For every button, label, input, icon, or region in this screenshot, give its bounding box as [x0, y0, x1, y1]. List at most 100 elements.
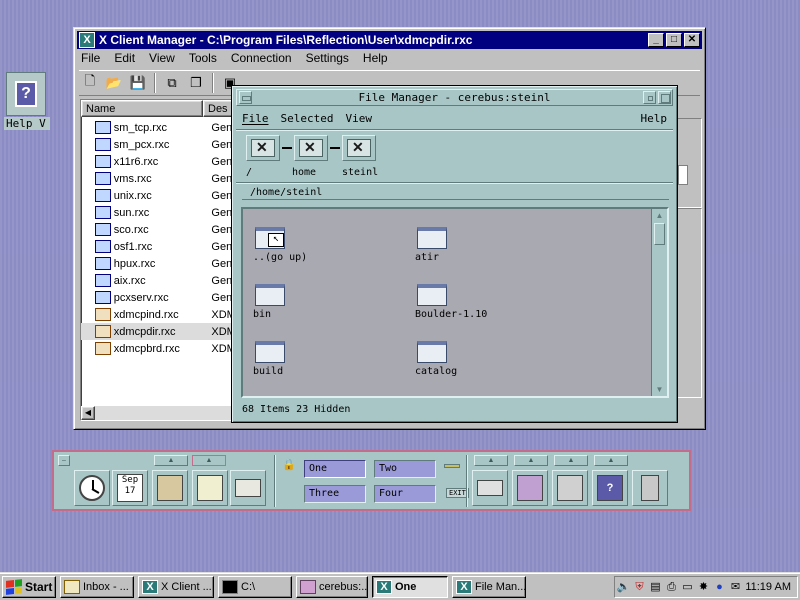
minimize-button[interactable]	[643, 91, 656, 104]
save-icon[interactable]: 💾	[127, 72, 149, 94]
printer-icon[interactable]	[472, 470, 508, 506]
subpanel-arrow-icon[interactable]: ▲	[154, 455, 188, 466]
application-manager-icon[interactable]	[552, 470, 588, 506]
taskbar-inbox[interactable]: Inbox - ...	[60, 576, 134, 598]
fm-menu-view[interactable]: View	[339, 112, 378, 125]
list-item[interactable]: aix.rxc Gen	[81, 272, 239, 289]
messenger-icon[interactable]: ●	[712, 580, 727, 595]
xcm-titlebar[interactable]: X X Client Manager - C:\Program Files\Re…	[77, 31, 702, 49]
list-item[interactable]: unix.rxc Gen	[81, 187, 239, 204]
text-editor-icon[interactable]	[192, 470, 228, 506]
x-app-icon[interactable]: X	[79, 32, 95, 48]
minimize-button[interactable]: _	[648, 33, 664, 47]
workspace-two-button[interactable]: Two	[374, 460, 436, 478]
path-root-button[interactable]	[246, 135, 280, 161]
maximize-button[interactable]	[658, 91, 671, 104]
column-header-name[interactable]: Name	[81, 100, 203, 117]
maximize-button[interactable]: □	[666, 33, 682, 47]
list-item[interactable]: osf1.rxc Gen	[81, 238, 239, 255]
panel-menu-handle[interactable]: –	[58, 455, 70, 466]
client-file-list[interactable]: Name Des sm_tcp.rxc Gen sm_pcx.rxc Gen x11r6…	[80, 99, 240, 421]
copy-window-icon[interactable]: ⧉	[161, 72, 183, 94]
list-item[interactable]: sco.rxc Gen	[81, 221, 239, 238]
fm-menu-file[interactable]: File	[236, 112, 275, 125]
list-item[interactable]: sun.rxc Gen	[81, 204, 239, 221]
lock-icon[interactable]: 🔒	[282, 458, 296, 472]
copy-icon[interactable]: ❐	[185, 72, 207, 94]
scroll-down-arrow-icon[interactable]: ▼	[654, 384, 665, 395]
x-app-icon: X	[376, 580, 392, 594]
file-manager-icon[interactable]	[152, 470, 188, 506]
menu-connection[interactable]: Connection	[229, 50, 294, 68]
scroll-up-arrow-icon[interactable]: ▲	[654, 210, 665, 221]
clock-icon[interactable]	[74, 470, 110, 506]
trash-icon[interactable]	[632, 470, 668, 506]
monitor-icon[interactable]: ▭	[680, 580, 695, 595]
menu-tools[interactable]: Tools	[187, 50, 219, 68]
workspace-one-button[interactable]: One	[304, 460, 366, 478]
fm-titlebar[interactable]: File Manager - cerebus:steinl	[236, 89, 673, 106]
list-item[interactable]: vms.rxc Gen	[81, 170, 239, 187]
taskbar-file-manager[interactable]: X File Man...	[452, 576, 526, 598]
taskbar-command-prompt[interactable]: C:\	[218, 576, 292, 598]
scroll-left-arrow-icon[interactable]: ◀	[81, 406, 95, 420]
start-button[interactable]: Start	[2, 576, 56, 598]
path-user-button[interactable]	[342, 135, 376, 161]
menu-file[interactable]: File	[79, 50, 102, 68]
printer-tray-icon[interactable]: ⎙	[664, 580, 679, 595]
list-item[interactable]: xdmcpind.rxc XDM	[81, 306, 239, 323]
new-file-icon[interactable]: 🗋	[79, 72, 101, 94]
menu-help[interactable]: Help	[361, 50, 390, 68]
file-item-folder[interactable]: atir	[415, 227, 447, 263]
subpanel-arrow-icon[interactable]: ▲	[554, 455, 588, 466]
file-item-folder[interactable]: bin	[253, 284, 285, 320]
horizontal-scrollbar[interactable]: ◀	[81, 406, 239, 420]
menu-view[interactable]: View	[147, 50, 177, 68]
mail-tray-icon[interactable]: ✉	[728, 580, 743, 595]
taskbar-x-client[interactable]: X X Client ...	[138, 576, 214, 598]
list-item[interactable]: x11r6.rxc Gen	[81, 153, 239, 170]
calendar-icon[interactable]: Sep 17	[112, 470, 148, 506]
file-view-pane[interactable]: ..(go up) atir bin Boulder-1.10 build ca…	[241, 207, 669, 398]
subpanel-arrow-icon[interactable]: ▲	[474, 455, 508, 466]
antivirus-icon[interactable]: ✸	[696, 580, 711, 595]
subpanel-arrow-icon[interactable]: ▲	[514, 455, 548, 466]
close-button[interactable]: ✕	[684, 33, 700, 47]
menu-settings[interactable]: Settings	[304, 50, 351, 68]
vertical-scrollbar[interactable]: ▲ ▼	[651, 209, 667, 396]
subpanel-arrow-icon[interactable]: ▲	[192, 455, 226, 466]
list-item[interactable]: xdmcpdir.rxc XDM	[81, 323, 239, 340]
window-menu-button[interactable]	[239, 91, 252, 104]
help-book-icon: ?	[6, 72, 46, 116]
xcm-right-field[interactable]	[678, 165, 688, 185]
volume-icon[interactable]: 🔈	[616, 580, 631, 595]
desktop-help-icon[interactable]: ? Help V	[4, 72, 50, 130]
path-home-button[interactable]	[294, 135, 328, 161]
network-icon[interactable]: ▤	[648, 580, 663, 595]
subpanel-arrow-icon[interactable]: ▲	[594, 455, 628, 466]
shield-icon[interactable]: ⛨	[632, 580, 647, 595]
list-item[interactable]: sm_pcx.rxc Gen	[81, 136, 239, 153]
list-item[interactable]: sm_tcp.rxc Gen	[81, 119, 239, 136]
list-item[interactable]: xdmcpbrd.rxc XDM	[81, 340, 239, 357]
style-manager-icon[interactable]	[512, 470, 548, 506]
list-item[interactable]: pcxserv.rxc Gen	[81, 289, 239, 306]
mail-icon[interactable]	[230, 470, 266, 506]
file-item-folder[interactable]: build	[253, 341, 285, 377]
taskbar-workspace-one[interactable]: X One	[372, 576, 448, 598]
menu-edit[interactable]: Edit	[112, 50, 137, 68]
open-folder-icon[interactable]: 📂	[103, 72, 125, 94]
fm-menu-help[interactable]: Help	[635, 112, 674, 125]
current-path-field[interactable]: /home/steinl	[242, 186, 669, 200]
file-item-folder[interactable]: catalog	[415, 341, 457, 377]
taskbar-cerebus[interactable]: cerebus:...	[296, 576, 368, 598]
taskbar-clock[interactable]: 11:19 AM	[745, 581, 791, 593]
workspace-three-button[interactable]: Three	[304, 485, 366, 503]
file-item-folder[interactable]: Boulder-1.10	[415, 284, 487, 320]
fm-menu-selected[interactable]: Selected	[275, 112, 340, 125]
list-item[interactable]: hpux.rxc Gen	[81, 255, 239, 272]
workspace-four-button[interactable]: Four	[374, 485, 436, 503]
file-item-go-up[interactable]: ..(go up)	[253, 227, 307, 263]
help-manager-icon[interactable]: ?	[592, 470, 628, 506]
scroll-thumb[interactable]	[654, 223, 665, 245]
